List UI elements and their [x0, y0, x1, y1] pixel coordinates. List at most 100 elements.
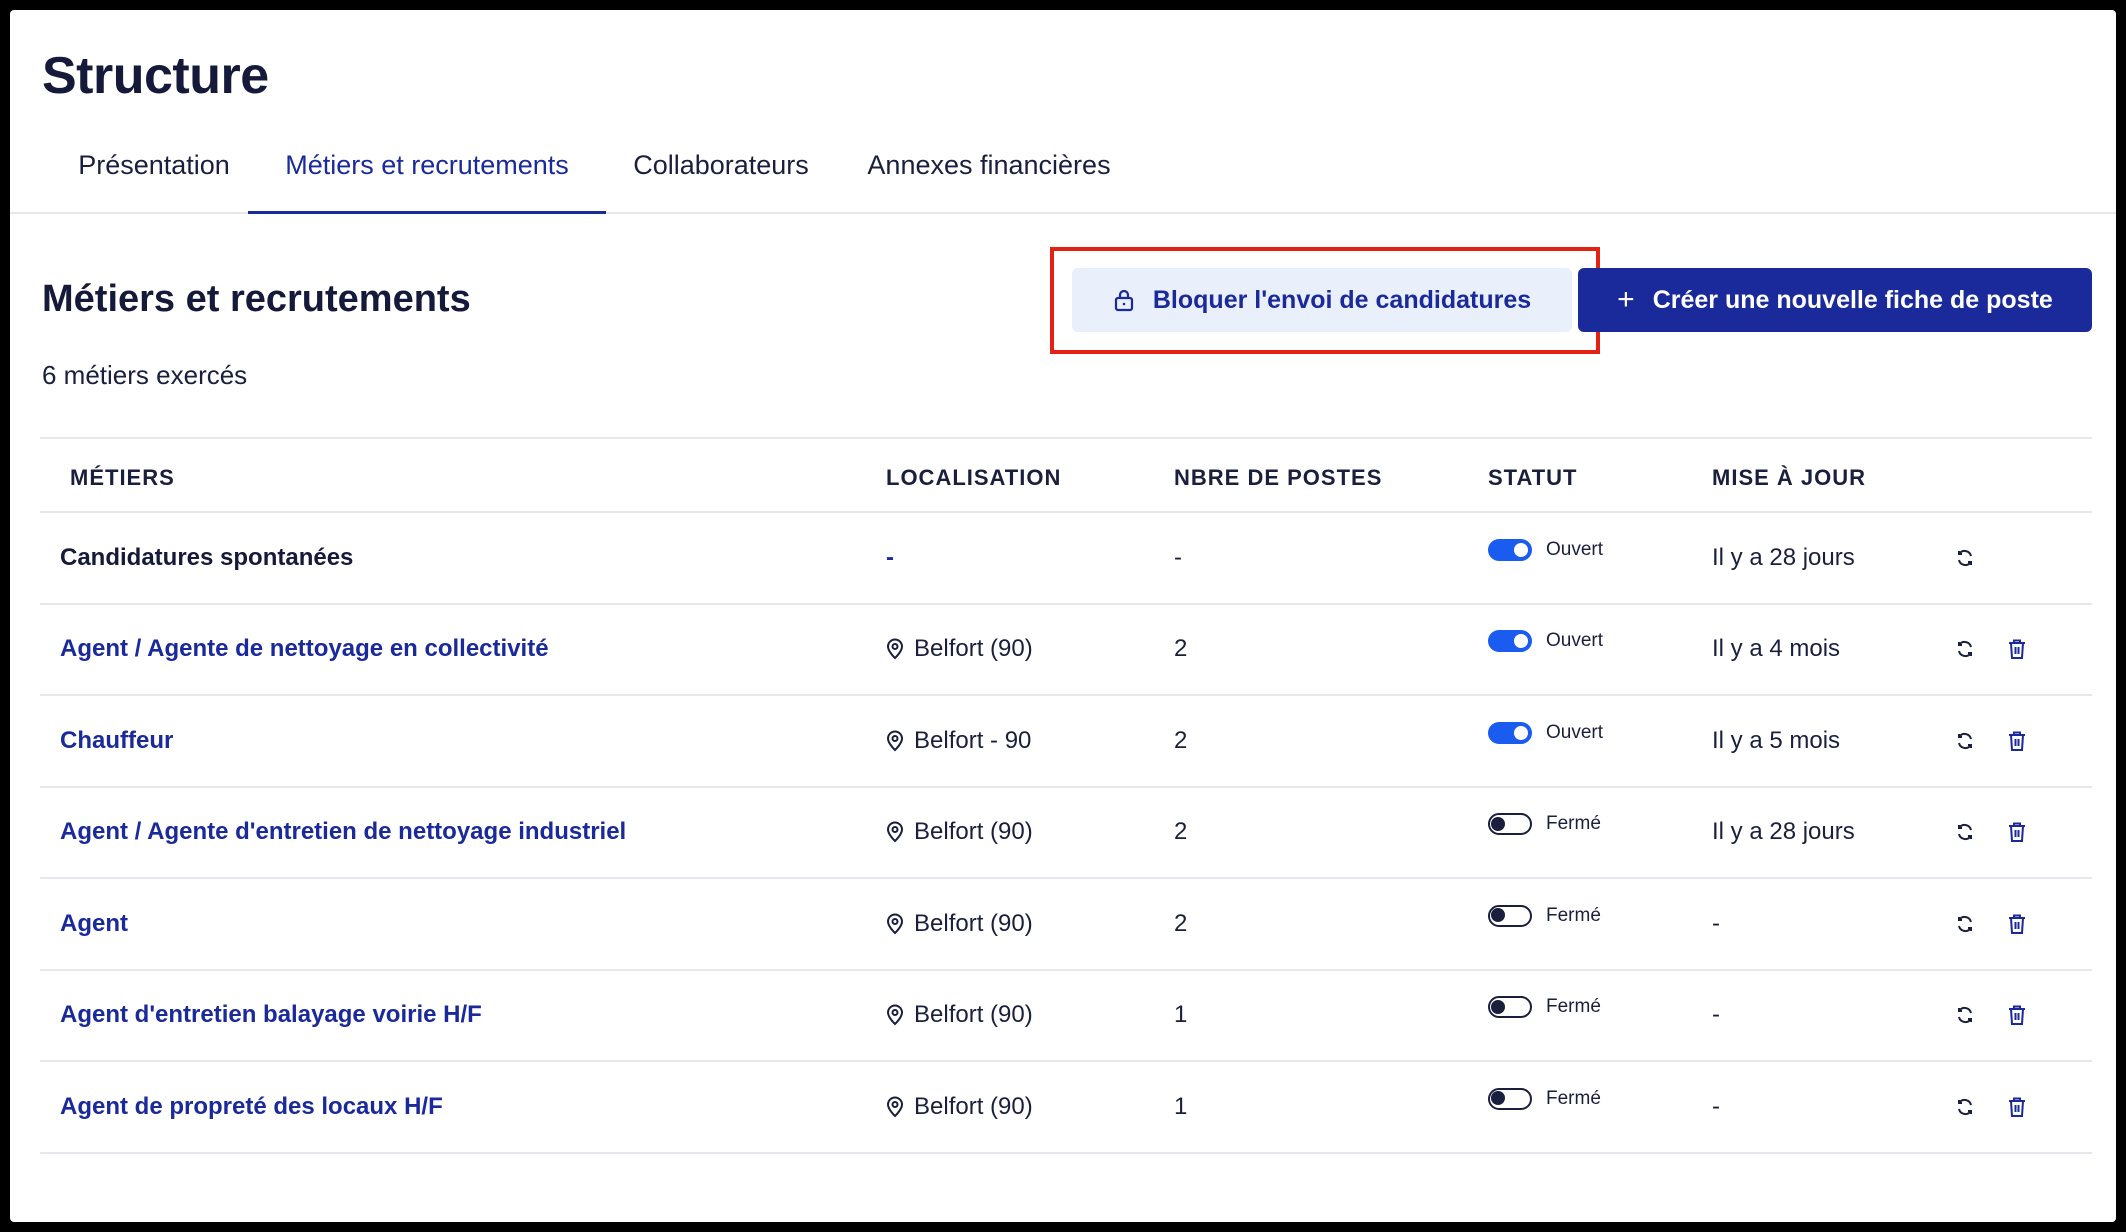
- toggle-knob: [1514, 542, 1528, 557]
- row-actions: [1953, 788, 2029, 878]
- refresh-icon[interactable]: [1953, 546, 1977, 570]
- trash-icon[interactable]: [2005, 729, 2029, 753]
- section-title: Métiers et recrutements: [42, 278, 471, 320]
- status-toggle[interactable]: [1488, 630, 1532, 653]
- table-row-1: Candidatures spontanées - - Ouvert Il y …: [40, 513, 2092, 605]
- job-title-link[interactable]: Candidatures spontanées: [60, 513, 353, 603]
- location-cell: Belfort (90): [886, 605, 1033, 695]
- lock-icon: [1113, 288, 1135, 312]
- job-title-link[interactable]: Agent: [60, 879, 128, 969]
- table-row-2: Agent / Agente de nettoyage en collectiv…: [40, 605, 2092, 696]
- row-actions: [1953, 513, 2029, 603]
- positions-count: 2: [1174, 818, 1188, 846]
- trash-icon[interactable]: [2005, 912, 2029, 936]
- location-text: Belfort - 90: [914, 726, 1032, 754]
- status-cell: Fermé: [1488, 1054, 1601, 1144]
- status-label: Fermé: [1546, 1087, 1601, 1109]
- status-label: Fermé: [1546, 904, 1601, 926]
- table-row-6: Agent d'entretien balayage voirie H/F Be…: [40, 971, 2092, 1062]
- updated-cell: Il y a 4 mois: [1712, 635, 1841, 663]
- status-label: Fermé: [1546, 996, 1601, 1018]
- row-actions: [1953, 605, 2029, 695]
- location-pin-icon: [886, 913, 904, 935]
- status-toggle[interactable]: [1488, 721, 1532, 744]
- header-statut: STATUT: [1488, 465, 1578, 490]
- tab-presentation[interactable]: Présentation: [54, 150, 254, 214]
- status-toggle[interactable]: [1488, 904, 1532, 927]
- job-title-link[interactable]: Chauffeur: [60, 696, 173, 786]
- positions-count: 2: [1174, 909, 1188, 937]
- toggle-knob: [1491, 1091, 1505, 1106]
- location-pin-icon: [886, 1004, 904, 1026]
- status-toggle[interactable]: [1488, 813, 1532, 836]
- updated-cell: Il y a 28 jours: [1712, 543, 1855, 571]
- updated-cell: Il y a 28 jours: [1712, 818, 1855, 846]
- location-text: Belfort (90): [914, 909, 1033, 937]
- table-header: MÉTIERS LOCALISATION NBRE DE POSTES STAT…: [40, 437, 2092, 513]
- refresh-icon[interactable]: [1953, 820, 1977, 844]
- location-text: -: [886, 543, 894, 571]
- location-pin-icon: [886, 638, 904, 660]
- create-job-posting-label: Créer une nouvelle fiche de poste: [1652, 285, 2053, 314]
- location-cell: Belfort (90): [886, 1062, 1033, 1152]
- trash-icon[interactable]: [2005, 820, 2029, 844]
- positions-count: -: [1174, 543, 1182, 571]
- metiers-count: 6 métiers exercés: [42, 360, 248, 390]
- refresh-icon[interactable]: [1953, 637, 1977, 661]
- header-mise-a-jour: MISE À JOUR: [1712, 465, 1867, 490]
- refresh-icon[interactable]: [1953, 729, 1977, 753]
- create-job-posting-button[interactable]: + Créer une nouvelle fiche de poste: [1578, 268, 2092, 332]
- table-row-4: Agent / Agente d'entretien de nettoyage …: [40, 788, 2092, 879]
- header-nbre-postes: NBRE DE POSTES: [1174, 465, 1383, 490]
- job-title-link[interactable]: Agent d'entretien balayage voirie H/F: [60, 971, 482, 1061]
- row-actions: [1953, 971, 2029, 1061]
- refresh-icon[interactable]: [1953, 1095, 1977, 1119]
- location-pin-icon: [886, 1096, 904, 1118]
- status-toggle[interactable]: [1488, 1087, 1532, 1110]
- toggle-knob: [1491, 908, 1505, 923]
- location-text: Belfort (90): [914, 1001, 1033, 1029]
- status-cell: Ouvert: [1488, 597, 1603, 687]
- table-row-7: Agent de propreté des locaux H/F Belfort…: [40, 1062, 2092, 1154]
- refresh-icon[interactable]: [1953, 912, 1977, 936]
- location-pin-icon: [886, 730, 904, 752]
- location-cell: Belfort (90): [886, 879, 1033, 969]
- tab-annexes-financieres[interactable]: Annexes financières: [844, 150, 1134, 214]
- updated-cell: -: [1712, 1092, 1720, 1120]
- location-text: Belfort (90): [914, 818, 1033, 846]
- toggle-knob: [1491, 816, 1505, 831]
- status-label: Ouvert: [1546, 630, 1604, 652]
- job-title-link[interactable]: Agent / Agente de nettoyage en collectiv…: [60, 605, 549, 695]
- app-window: Structure Présentation Métiers et recrut…: [10, 10, 2116, 1222]
- toggle-knob: [1514, 634, 1528, 649]
- location-cell: -: [886, 513, 894, 603]
- trash-icon[interactable]: [2005, 1095, 2029, 1119]
- positions-count: 2: [1174, 635, 1188, 663]
- tab-collaborateurs[interactable]: Collaborateurs: [616, 150, 826, 214]
- row-actions: [1953, 1062, 2029, 1152]
- trash-icon[interactable]: [2005, 1003, 2029, 1027]
- row-actions: [1953, 879, 2029, 969]
- plus-icon: +: [1617, 283, 1635, 316]
- location-pin-icon: [886, 821, 904, 843]
- header-localisation: LOCALISATION: [886, 465, 1062, 490]
- status-toggle[interactable]: [1488, 538, 1532, 561]
- location-text: Belfort (90): [914, 1092, 1033, 1120]
- jobs-table: MÉTIERS LOCALISATION NBRE DE POSTES STAT…: [40, 437, 2092, 1154]
- refresh-icon[interactable]: [1953, 1003, 1977, 1027]
- job-title-link[interactable]: Agent de propreté des locaux H/F: [60, 1062, 443, 1152]
- table-body: Candidatures spontanées - - Ouvert Il y …: [40, 513, 2092, 1154]
- status-label: Fermé: [1546, 813, 1601, 835]
- toggle-knob: [1491, 999, 1505, 1014]
- header-metiers: MÉTIERS: [70, 465, 175, 490]
- trash-icon[interactable]: [2005, 637, 2029, 661]
- table-row-5: Agent Belfort (90) 2 Fermé -: [40, 879, 2092, 971]
- block-applications-button[interactable]: Bloquer l'envoi de candidatures: [1072, 268, 1572, 332]
- tab-metiers-et-recrutements[interactable]: Métiers et recrutements: [248, 150, 606, 214]
- status-cell: Fermé: [1488, 780, 1601, 870]
- positions-count: 2: [1174, 726, 1188, 754]
- job-title-link[interactable]: Agent / Agente d'entretien de nettoyage …: [60, 788, 626, 878]
- status-cell: Fermé: [1488, 871, 1601, 961]
- updated-cell: -: [1712, 909, 1720, 937]
- status-toggle[interactable]: [1488, 996, 1532, 1019]
